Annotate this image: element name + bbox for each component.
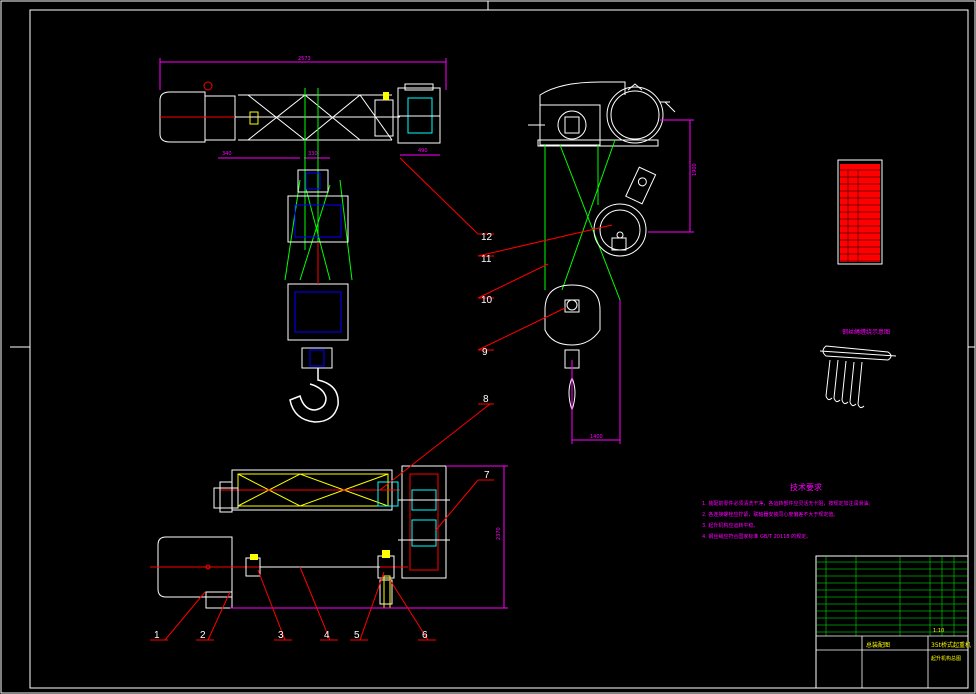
leader-lines (150, 157, 613, 641)
top-dim-total: 2573 (298, 56, 311, 62)
part-callouts: 12 11 10 9 8 7 1 2 3 4 5 6 (154, 232, 493, 641)
front-view: 2370 (150, 465, 508, 609)
callout-2: 2 (200, 630, 206, 641)
rope-diagram-title: 钢丝绳缠绕示意图 (842, 328, 890, 336)
top-gearbox (397, 83, 441, 144)
rope-diagram: 钢丝绳缠绕示意图 (819, 328, 897, 409)
callout-7: 7 (484, 470, 490, 481)
callout-12: 12 (481, 232, 493, 243)
callout-8: 8 (483, 394, 489, 405)
tech-line-1: 1. 装配前零件必须清洗干净，各运转部件应灵活无卡阻，按规定加注润滑油。 (702, 500, 873, 507)
top-dim-right: 490 (418, 148, 428, 154)
title-assembly-label: 总装配图 (866, 641, 890, 649)
side-upper-sheave (593, 203, 647, 257)
tech-line-3: 3. 起升机构应运转平稳。 (702, 522, 758, 529)
top-dim-mid: 330 (308, 151, 318, 157)
side-view: 1900 1400 (528, 81, 698, 444)
callout-6: 6 (422, 630, 428, 641)
side-dim-width: 1400 (590, 434, 603, 440)
callout-3: 3 (278, 630, 284, 641)
title-drawing-name: 35t桥式起重机 (931, 641, 971, 649)
tech-line-2: 2. 各连接螺栓应拧紧，联轴器安装同心度偏差不大于规定值。 (702, 511, 838, 518)
outer-border (0, 0, 976, 694)
tech-title: 技术要求 (790, 482, 822, 492)
callout-1: 1 (154, 630, 160, 641)
side-drum (606, 86, 664, 144)
top-dim-left: 340 (222, 151, 232, 157)
front-gearbox (401, 465, 447, 579)
side-lower-block (544, 284, 601, 346)
callout-10: 10 (481, 295, 493, 306)
parts-table (837, 159, 883, 265)
title-scale: 1:10 (933, 628, 944, 634)
title-block: 总装配图 35t桥式起重机 起升机构总图 1:10 (815, 555, 971, 689)
top-motor (159, 91, 240, 143)
callout-5: 5 (354, 630, 360, 641)
tech-line-4: 4. 钢丝绳应符合国家标准 GB/T 20118 的规定。 (702, 533, 811, 540)
callout-9: 9 (482, 347, 488, 358)
callout-11: 11 (481, 254, 492, 265)
tech-requirements: 技术要求 1. 装配前零件必须清洗干净，各运转部件应灵活无卡阻，按规定加注润滑油… (702, 482, 873, 540)
cad-drawing-canvas: 2573 340 330 490 1900 1400 2370 12 11 10… (0, 0, 976, 694)
hook-icon (289, 368, 339, 423)
top-view: 2573 340 330 490 (159, 56, 447, 250)
callout-4: 4 (324, 630, 330, 641)
top-motor-fan-icon (203, 81, 213, 91)
title-drawing-subtitle: 起升机构总图 (931, 655, 961, 662)
inner-border (29, 9, 969, 689)
front-dim-height: 2370 (496, 527, 502, 540)
side-dim-height: 1900 (692, 163, 698, 176)
drawing-frame (0, 0, 976, 694)
